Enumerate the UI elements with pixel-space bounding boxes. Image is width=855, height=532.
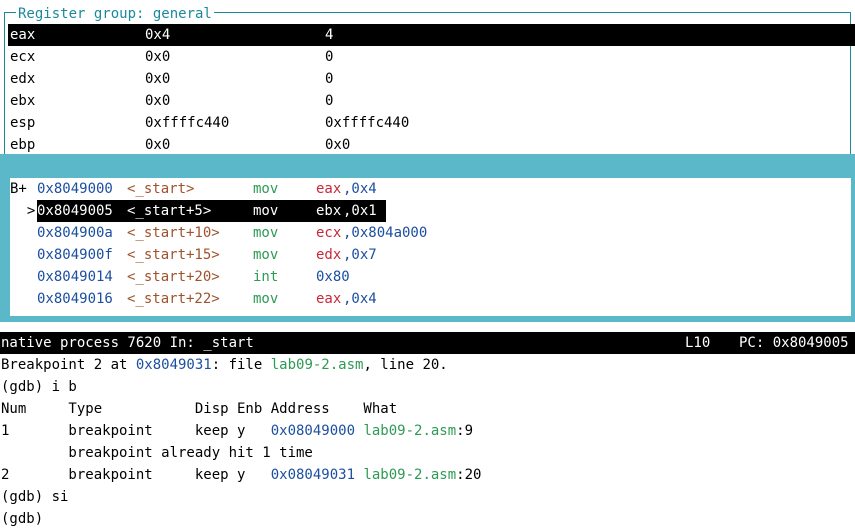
register-name: eax [10, 27, 36, 43]
breakpoint-marker [10, 288, 35, 310]
register-row-esp[interactable]: esp 0xffffc440 0xffffc440 [8, 112, 855, 134]
register-row-ebp[interactable]: ebp 0x0 0x0 [8, 134, 855, 156]
register-name: esp [10, 115, 36, 131]
register-row-ecx[interactable]: ecx 0x0 0 [8, 46, 855, 68]
asm-operand-register: edx [316, 247, 342, 263]
asm-operand-rest: ,0x804a000 [343, 225, 428, 241]
breakpoint-marker [10, 244, 35, 266]
breakpoint-hit-count: breakpoint already hit 1 time [1, 445, 313, 461]
register-name: ebx [10, 93, 36, 109]
asm-line-0[interactable]: B+ 0x8049000 <_start> mov eax ,0x4 [8, 178, 377, 200]
asm-operand-rest: ,0x7 [343, 247, 377, 263]
asm-operand-rest: ,0x4 [343, 181, 377, 197]
register-hex-value: 0x0 [145, 49, 171, 65]
register-natural-value: 0xffffc440 [325, 115, 410, 131]
asm-address: 0x8049014 [37, 269, 113, 285]
breakpoint-address: 0x08049000 [270, 423, 356, 439]
register-row-ebx[interactable]: ebx 0x0 0 [8, 90, 855, 112]
breakpoint-marker: B+ [10, 181, 36, 197]
asm-operand-register: ecx [316, 225, 342, 241]
asm-line-2[interactable]: 0x804900a <_start+10> mov ecx ,0x804a000 [8, 222, 427, 244]
breakpoint-marker [10, 266, 35, 288]
asm-operand-register: ebx [316, 203, 342, 219]
console-breakpoint-message: Breakpoint 2 at 0x8049031: file lab09-2.… [1, 354, 448, 376]
asm-address: 0x8049016 [37, 291, 113, 307]
register-name: ebp [10, 137, 36, 153]
register-natural-value: 0 [325, 71, 334, 87]
breakpoint-file: lab09-2.asm [363, 423, 457, 439]
status-line: L10 [685, 335, 711, 351]
register-hex-value: 0x4 [145, 27, 171, 43]
console-text: Breakpoint 2 at [1, 357, 136, 373]
breakpoint-address: 0x08049031 [270, 467, 356, 483]
gdb-prompt-input[interactable]: (gdb) [1, 508, 52, 530]
asm-symbol: <_start+5> [127, 203, 212, 219]
console-command: (gdb) si [1, 489, 69, 505]
register-natural-value: 0 [325, 49, 334, 65]
breakpoint-table-row: 1 breakpoint keep y 0x08049000 lab09-2.a… [1, 420, 473, 442]
asm-line-4[interactable]: 0x8049014 <_start+20> int 0x80 [8, 266, 350, 288]
register-hex-value: 0x0 [145, 93, 171, 109]
status-bar: native process 7620 In: _start L10 PC: 0… [0, 332, 855, 354]
asm-symbol: <_start+10> [127, 225, 220, 241]
console-text: : file [211, 357, 271, 373]
asm-mnemonic: mov [253, 203, 279, 219]
register-hex-value: 0xffffc440 [145, 115, 230, 131]
asm-line-5[interactable]: 0x8049016 <_start+22> mov eax ,0x4 [8, 288, 377, 310]
asm-mnemonic: mov [253, 247, 279, 263]
console-text: 2 breakpoint keep y [1, 467, 271, 483]
asm-operand-rest: 0x80 [316, 269, 350, 285]
asm-address: 0x8049000 [37, 181, 113, 197]
register-panel-title: Register group: general [16, 3, 214, 25]
asm-mnemonic: mov [253, 225, 279, 241]
console-text: 1 breakpoint keep y [1, 423, 271, 439]
console-address: 0x8049031 [135, 357, 212, 373]
asm-operand-rest: ,0x4 [343, 291, 377, 307]
asm-symbol: <_start+15> [127, 247, 220, 263]
asm-mnemonic: mov [253, 181, 279, 197]
asm-symbol: <_start> [127, 181, 195, 197]
status-pc: PC: 0x8049005 [739, 335, 849, 351]
asm-operand-rest: ,0x1 [343, 203, 377, 219]
breakpoint-line: :9 [456, 423, 474, 439]
register-natural-value: 4 [325, 27, 334, 43]
asm-line-3[interactable]: 0x804900f <_start+15> mov edx ,0x7 [8, 244, 377, 266]
asm-address: 0x8049005 [37, 203, 113, 219]
register-name: edx [10, 71, 36, 87]
register-row-edx[interactable]: edx 0x0 0 [8, 68, 855, 90]
asm-operand-register: eax [316, 181, 342, 197]
breakpoint-marker [10, 222, 35, 244]
register-hex-value: 0x0 [145, 71, 171, 87]
register-natural-value: 0 [325, 93, 334, 109]
status-process: native process 7620 In: _start [1, 335, 254, 351]
breakpoint-table-row: 2 breakpoint keep y 0x08049031 lab09-2.a… [1, 464, 481, 486]
register-name: ecx [10, 49, 36, 65]
register-natural-value: 0x0 [325, 137, 351, 153]
asm-address: 0x804900f [37, 247, 113, 263]
console-file: lab09-2.asm [270, 357, 364, 373]
current-line-marker: > [10, 203, 36, 219]
console-command: (gdb) i b [1, 379, 77, 395]
asm-operand-register: eax [316, 291, 342, 307]
breakpoint-file: lab09-2.asm [363, 467, 457, 483]
asm-line-current[interactable]: > 0x8049005 <_start+5> mov ebx ,0x1 [8, 200, 386, 222]
breakpoint-table-header: Num Type Disp Enb Address What [1, 401, 398, 417]
breakpoint-line: :20 [456, 467, 482, 483]
asm-mnemonic: mov [253, 291, 279, 307]
asm-mnemonic: int [253, 269, 279, 285]
register-row-eax[interactable]: eax 0x4 4 [8, 24, 855, 46]
asm-symbol: <_start+20> [127, 269, 220, 285]
asm-address: 0x804900a [37, 225, 113, 241]
asm-symbol: <_start+22> [127, 291, 220, 307]
console-text: , line 20. [363, 357, 448, 373]
register-hex-value: 0x0 [145, 137, 171, 153]
